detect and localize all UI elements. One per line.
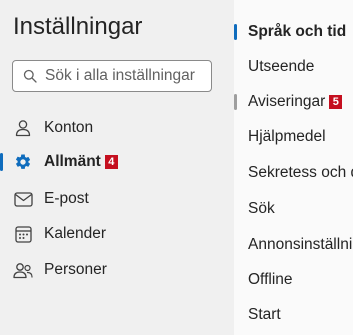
subcategory-item-sok[interactable]: Sök: [234, 194, 353, 224]
category-label: Konton: [44, 119, 94, 136]
subcategory-label: Språk och tid: [248, 23, 347, 40]
subcategory-item-aviseringar[interactable]: Aviseringar 5: [234, 87, 353, 117]
category-item-personer[interactable]: Personer: [0, 255, 234, 285]
subcategory-item-sprak-och-tid[interactable]: Språk och tid: [234, 17, 353, 47]
search-icon: [23, 69, 37, 83]
subcategory-item-annonsinstallningar[interactable]: Annonsinställningar: [234, 230, 353, 260]
subcategory-item-offline[interactable]: Offline: [234, 265, 353, 295]
hover-indicator: [234, 94, 237, 110]
subcategory-label: Utseende: [248, 58, 315, 75]
category-label: E-post: [44, 190, 89, 207]
gear-icon: [13, 152, 33, 172]
search-input[interactable]: Sök i alla inställningar: [45, 67, 195, 85]
subcategory-label: Offline: [248, 271, 293, 288]
settings-subcategory-pane: Språk och tid Utseende Aviseringar 5 Hjäl…: [234, 0, 353, 335]
calendar-icon: [13, 224, 33, 244]
category-item-e-post[interactable]: E-post: [0, 184, 234, 214]
subcategory-label: Hjälpmedel: [248, 128, 326, 145]
subcategory-label: Aviseringar 5: [248, 93, 343, 111]
settings-category-pane: Inställningar Sök i alla inställningar K…: [0, 0, 234, 335]
selection-indicator: [234, 24, 237, 40]
category-label: Allmänt 4: [44, 153, 118, 171]
category-item-kalender[interactable]: Kalender: [0, 219, 234, 249]
subcategory-label: Sekretess och data: [248, 164, 353, 181]
annotation-badge: 4: [104, 155, 118, 169]
subcategory-item-start[interactable]: Start: [234, 300, 353, 330]
subcategory-item-hjalpmedel[interactable]: Hjälpmedel: [234, 122, 353, 152]
subcategory-label: Sök: [248, 200, 275, 217]
selection-indicator: [0, 153, 3, 171]
subcategory-label: Start: [248, 306, 281, 323]
subcategory-label: Annonsinställningar: [248, 236, 353, 253]
category-item-konton[interactable]: Konton: [0, 113, 234, 143]
subcategory-item-utseende[interactable]: Utseende: [234, 52, 353, 82]
page-title: Inställningar: [13, 13, 143, 40]
category-item-allmant[interactable]: Allmänt 4: [0, 147, 234, 177]
search-box[interactable]: Sök i alla inställningar: [12, 60, 212, 92]
people-icon: [13, 260, 33, 280]
category-label: Kalender: [44, 225, 107, 242]
mail-icon: [13, 189, 33, 209]
person-icon: [13, 118, 33, 138]
category-label: Personer: [44, 261, 107, 278]
annotation-badge: 5: [329, 95, 343, 109]
subcategory-item-sekretess-och-data[interactable]: Sekretess och data: [234, 158, 353, 188]
